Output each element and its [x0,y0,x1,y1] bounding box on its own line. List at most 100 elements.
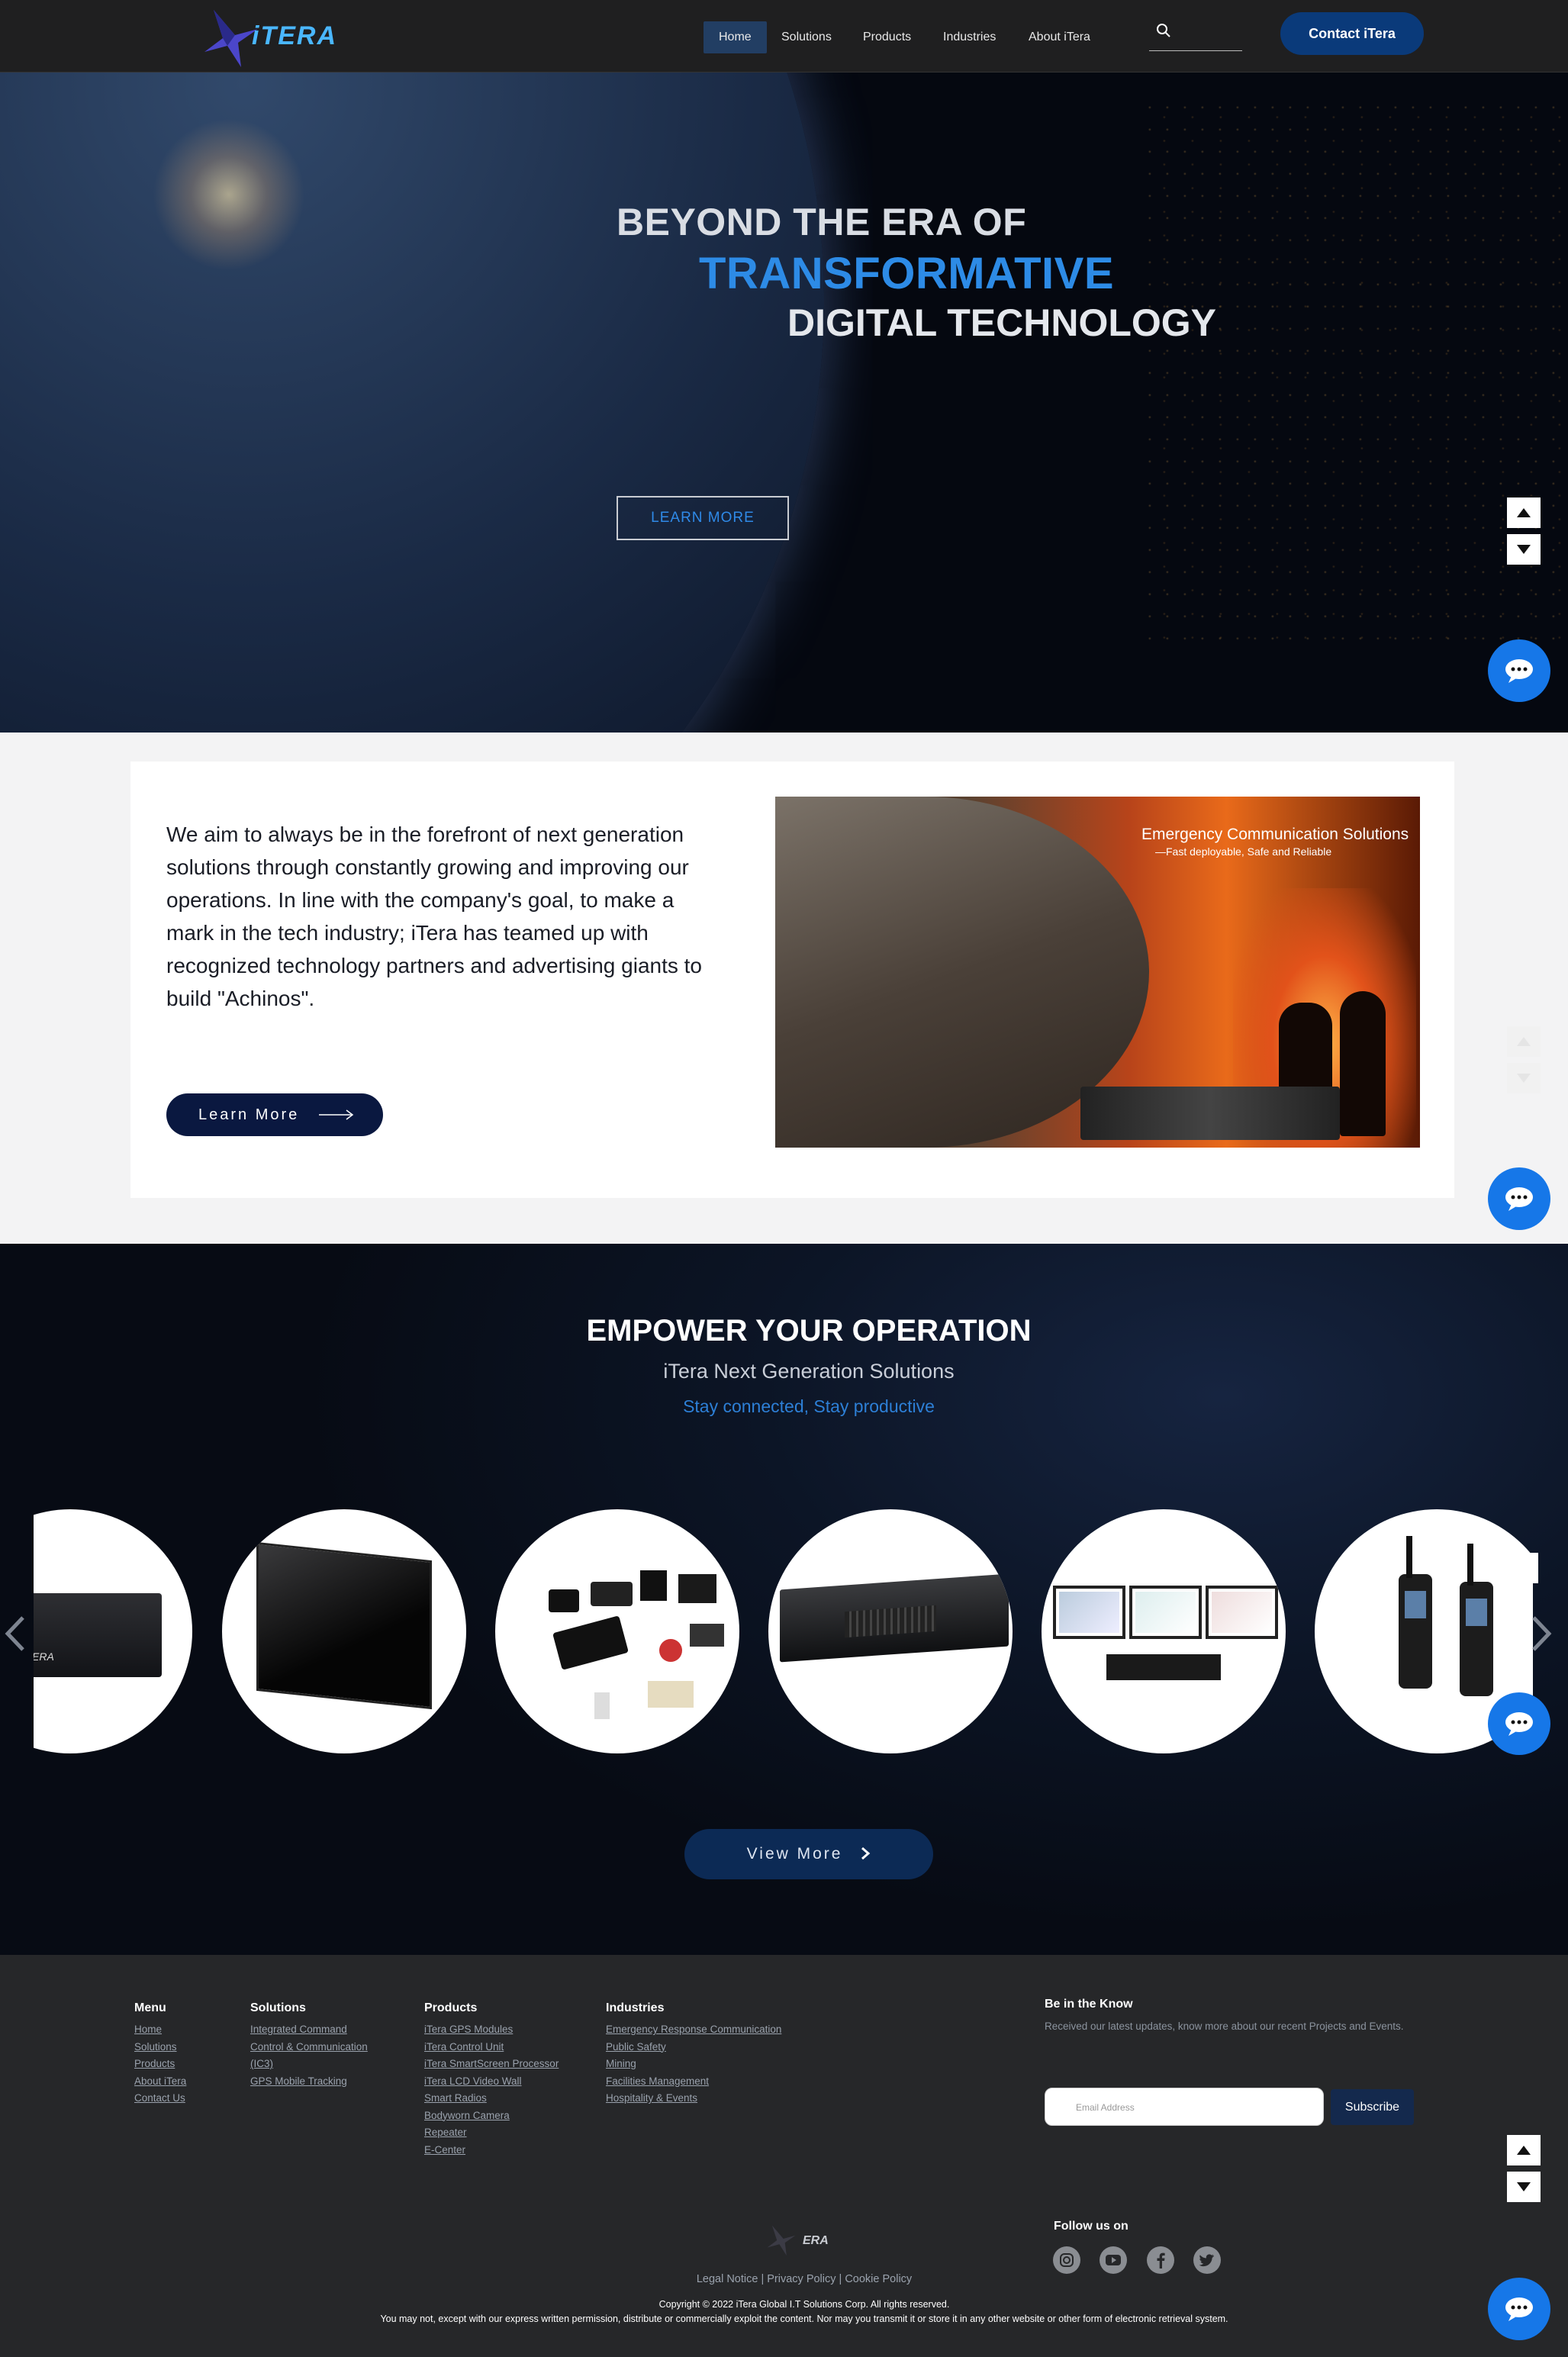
scroll-arrows [1507,1026,1541,1095]
footer-link-products[interactable]: Products [134,2056,186,2073]
chat-icon [1505,2297,1533,2321]
view-more-label: View More [746,1845,843,1863]
footer-link-control-communication[interactable]: Control & Communication [250,2039,368,2056]
scroll-up-button[interactable] [1507,1026,1541,1057]
footer-link-home[interactable]: Home [134,2021,186,2039]
footer-link-contact[interactable]: Contact Us [134,2090,186,2107]
carousel-prev-icon[interactable] [5,1616,26,1651]
nav-about[interactable]: About iTera [1013,21,1106,53]
carousel-edge [1526,1553,1538,1583]
footer-link-facilities[interactable]: Facilities Management [606,2073,781,2091]
scroll-arrows [1507,497,1541,566]
city-lights [1145,103,1568,652]
emergency-solutions-image: Emergency Communication Solutions —Fast … [775,797,1420,1148]
scroll-down-button[interactable] [1507,2172,1541,2202]
chat-icon [1505,659,1533,683]
instagram-icon[interactable] [1053,2246,1080,2274]
search-input[interactable] [1149,50,1242,51]
logo-wordmark: iTERA [252,21,337,50]
footer-industries-heading: Industries [606,2001,665,2014]
follow-us-label: Follow us on [1054,2220,1129,2233]
copyright-text: Copyright © 2022 iTera Global I.T Soluti… [658,2299,950,2310]
about-paragraph: We aim to always be in the forefront of … [166,823,702,1010]
email-field[interactable]: Email Address [1045,2088,1324,2126]
nav-industries[interactable]: Industries [928,21,1011,53]
chevron-right-icon [861,1847,871,1860]
footer-link-repeater[interactable]: Repeater [424,2124,559,2142]
footer-link-about[interactable]: About iTera [134,2073,186,2091]
carousel-next-icon[interactable] [1531,1616,1552,1651]
firefighter-silhouette [1340,991,1386,1136]
privacy-policy-link[interactable]: Privacy Policy [767,2273,836,2285]
disclaimer-text: You may not, except with our express wri… [380,2314,1228,2324]
top-header: iTERA Home Solutions Products Industries… [0,0,1568,72]
facebook-icon[interactable] [1147,2246,1174,2274]
subscribe-button[interactable]: Subscribe [1331,2089,1414,2125]
product-lcd-video-wall[interactable] [222,1509,466,1753]
contact-button[interactable]: Contact iTera [1280,12,1424,55]
footer-logo[interactable] [766,2223,797,2256]
site-footer [0,1955,1568,2357]
about-learn-more-label: Learn More [198,1106,300,1123]
chat-button[interactable] [1488,1692,1550,1755]
footer-link-gps-modules[interactable]: iTera GPS Modules [424,2021,559,2039]
nav-products[interactable]: Products [848,21,926,53]
footer-link-emergency-response[interactable]: Emergency Response Communication [606,2021,781,2039]
nav-solutions[interactable]: Solutions [766,21,847,53]
hero-learn-more-button[interactable]: LEARN MORE [617,496,789,540]
product-gps-modules[interactable] [495,1509,739,1753]
scroll-down-button[interactable] [1507,1063,1541,1093]
footer-link-bodyworn-camera[interactable]: Bodyworn Camera [424,2107,559,2125]
search-icon[interactable] [1156,23,1171,38]
footer-link-smart-radios[interactable]: Smart Radios [424,2090,559,2107]
footer-link-control-unit[interactable]: iTera Control Unit [424,2039,559,2056]
equipment-strip [1080,1087,1340,1140]
footer-link-public-safety[interactable]: Public Safety [606,2039,781,2056]
nav-home[interactable]: Home [704,21,767,53]
chat-button[interactable] [1488,639,1550,702]
cookie-policy-link[interactable]: Cookie Policy [845,2273,912,2285]
sun-glow [153,118,305,271]
chat-button[interactable] [1488,2278,1550,2340]
footer-logo-wordmark: ERA [803,2234,829,2247]
footer-menu-heading: Menu [134,2001,166,2014]
footer-link-integrated-command[interactable]: Integrated Command [250,2021,368,2039]
scroll-down-button[interactable] [1507,534,1541,565]
footer-solutions-column: Solutions Integrated Command Control & C… [250,2001,368,2090]
twitter-icon[interactable] [1193,2246,1221,2274]
view-more-button[interactable]: View More [684,1829,933,1879]
footer-link-lcd-wall[interactable]: iTera LCD Video Wall [424,2073,559,2091]
arrow-right-icon [319,1109,354,1120]
earth-image [0,72,824,733]
footer-link-e-center[interactable]: E-Center [424,2142,559,2159]
about-learn-more-button[interactable]: Learn More [166,1093,383,1136]
footer-link-hospitality[interactable]: Hospitality & Events [606,2090,781,2107]
newsletter-text: Received our latest updates, know more a… [1045,2021,1404,2032]
youtube-icon[interactable] [1100,2246,1127,2274]
hero-title-line3: DIGITAL TECHNOLOGY [787,301,1217,344]
footer-products-heading: Products [424,2001,478,2014]
scroll-arrows [1507,2135,1541,2204]
footer-link-smartscreen[interactable]: iTera SmartScreen Processor [424,2056,559,2073]
solutions-tagline: Stay connected, Stay productive [683,1396,935,1416]
footer-products-column: Products iTera GPS Modules iTera Control… [424,2001,559,2159]
footer-link-mining[interactable]: Mining [606,2056,781,2073]
product-smartscreen-processor[interactable] [768,1509,1013,1753]
scroll-up-button[interactable] [1507,497,1541,528]
product-carousel: ERA [34,1509,1533,1753]
chat-button[interactable] [1488,1167,1550,1230]
footer-link-gps-tracking[interactable]: GPS Mobile Tracking [250,2073,368,2091]
hero-title-line2: TRANSFORMATIVE [699,249,1115,298]
footer-solutions-heading: Solutions [250,2001,306,2014]
solutions-subtitle: iTera Next Generation Solutions [663,1360,955,1383]
hero-title-line1: BEYOND THE ERA OF [617,201,1027,243]
footer-industries-column: Industries Emergency Response Communicat… [606,2001,781,2107]
product-integrated-command[interactable] [1042,1509,1286,1753]
scroll-up-button[interactable] [1507,2135,1541,2165]
legal-notice-link[interactable]: Legal Notice [697,2273,758,2285]
footer-link-ic3[interactable]: (IC3) [250,2056,368,2073]
image-title: Emergency Communication Solutions [1141,826,1409,843]
footer-link-solutions[interactable]: Solutions [134,2039,186,2056]
product-control-unit[interactable]: ERA [34,1509,192,1753]
solutions-title: EMPOWER YOUR OPERATION [586,1314,1032,1348]
